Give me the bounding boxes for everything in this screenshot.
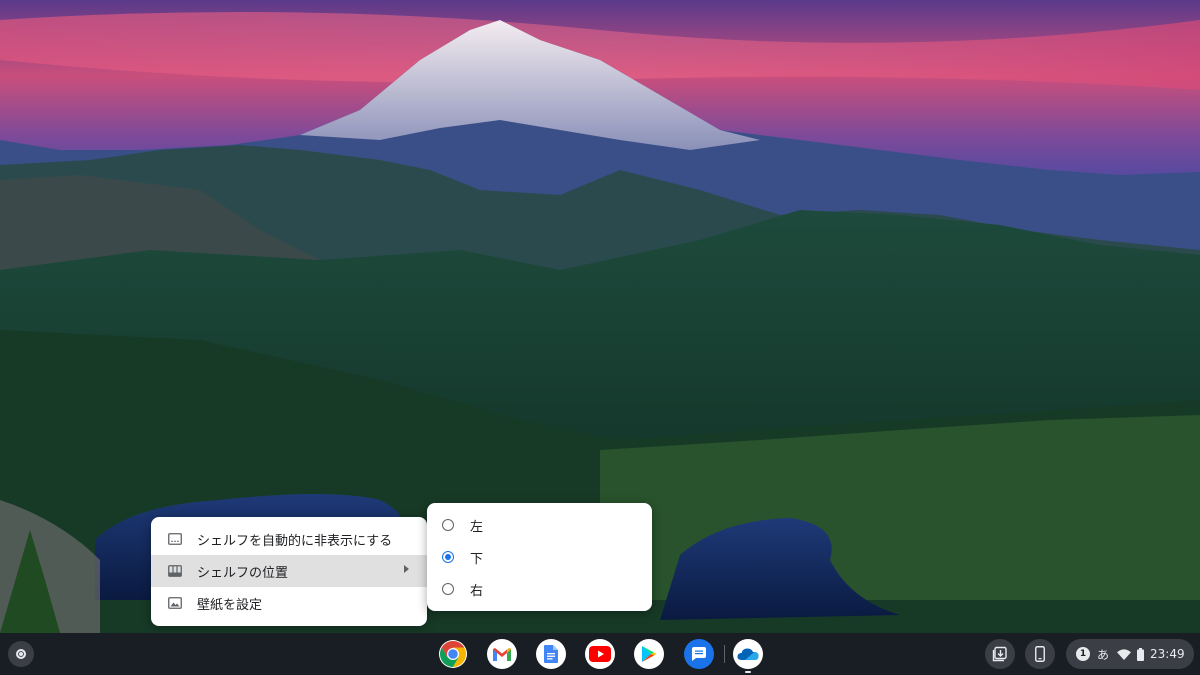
menu-item-label: 壁紙を設定: [197, 597, 263, 613]
ime-indicator: あ: [1097, 647, 1110, 662]
onedrive-app-icon[interactable]: [733, 639, 763, 669]
shelf: 1 あ 23:49: [0, 633, 1200, 675]
running-indicator: [745, 671, 751, 673]
option-label: 右: [470, 583, 484, 599]
option-label: 下: [470, 551, 484, 567]
submenu-arrow-icon: [404, 565, 409, 573]
launcher-icon: [16, 649, 26, 659]
position-option-left[interactable]: 左: [427, 509, 652, 541]
notification-count-badge: 1: [1076, 647, 1090, 661]
status-area[interactable]: 1 あ 23:49: [1066, 639, 1194, 669]
play-store-app-icon[interactable]: [634, 639, 664, 669]
wifi-icon: [1117, 648, 1132, 660]
docs-app-icon[interactable]: [536, 639, 566, 669]
battery-icon: [1137, 647, 1145, 661]
wallpaper-icon: [167, 596, 183, 610]
shelf-context-menu: シェルフを自動的に非表示にする シェルフの位置 壁紙を設定: [151, 517, 427, 626]
position-option-right[interactable]: 右: [427, 573, 652, 605]
youtube-app-icon[interactable]: [585, 639, 615, 669]
menu-item-label: シェルフを自動的に非表示にする: [197, 533, 393, 549]
holding-space-icon: [992, 646, 1007, 662]
gmail-app-icon[interactable]: [487, 639, 517, 669]
position-option-bottom[interactable]: 下: [427, 541, 652, 573]
launcher-button[interactable]: [8, 641, 34, 667]
shelf-position-icon: [167, 564, 183, 578]
radio-button[interactable]: [442, 519, 454, 531]
phone-hub-button[interactable]: [1025, 639, 1055, 669]
shelf-divider: [724, 645, 725, 663]
menu-item-shelf-position[interactable]: シェルフの位置: [151, 555, 427, 587]
messages-app-icon[interactable]: [684, 639, 714, 669]
menu-item-autohide-shelf[interactable]: シェルフを自動的に非表示にする: [151, 523, 427, 555]
radio-button[interactable]: [442, 583, 454, 595]
menu-item-label: シェルフの位置: [197, 565, 289, 581]
shelf-position-submenu: 左 下 右: [427, 503, 652, 611]
clock: 23:49: [1150, 647, 1185, 661]
holding-space-button[interactable]: [985, 639, 1015, 669]
radio-button-checked[interactable]: [442, 551, 454, 563]
menu-item-set-wallpaper[interactable]: 壁紙を設定: [151, 587, 427, 619]
autohide-icon: [167, 532, 183, 546]
phone-icon: [1035, 646, 1045, 662]
chrome-app-icon[interactable]: [438, 639, 468, 669]
option-label: 左: [470, 519, 484, 535]
